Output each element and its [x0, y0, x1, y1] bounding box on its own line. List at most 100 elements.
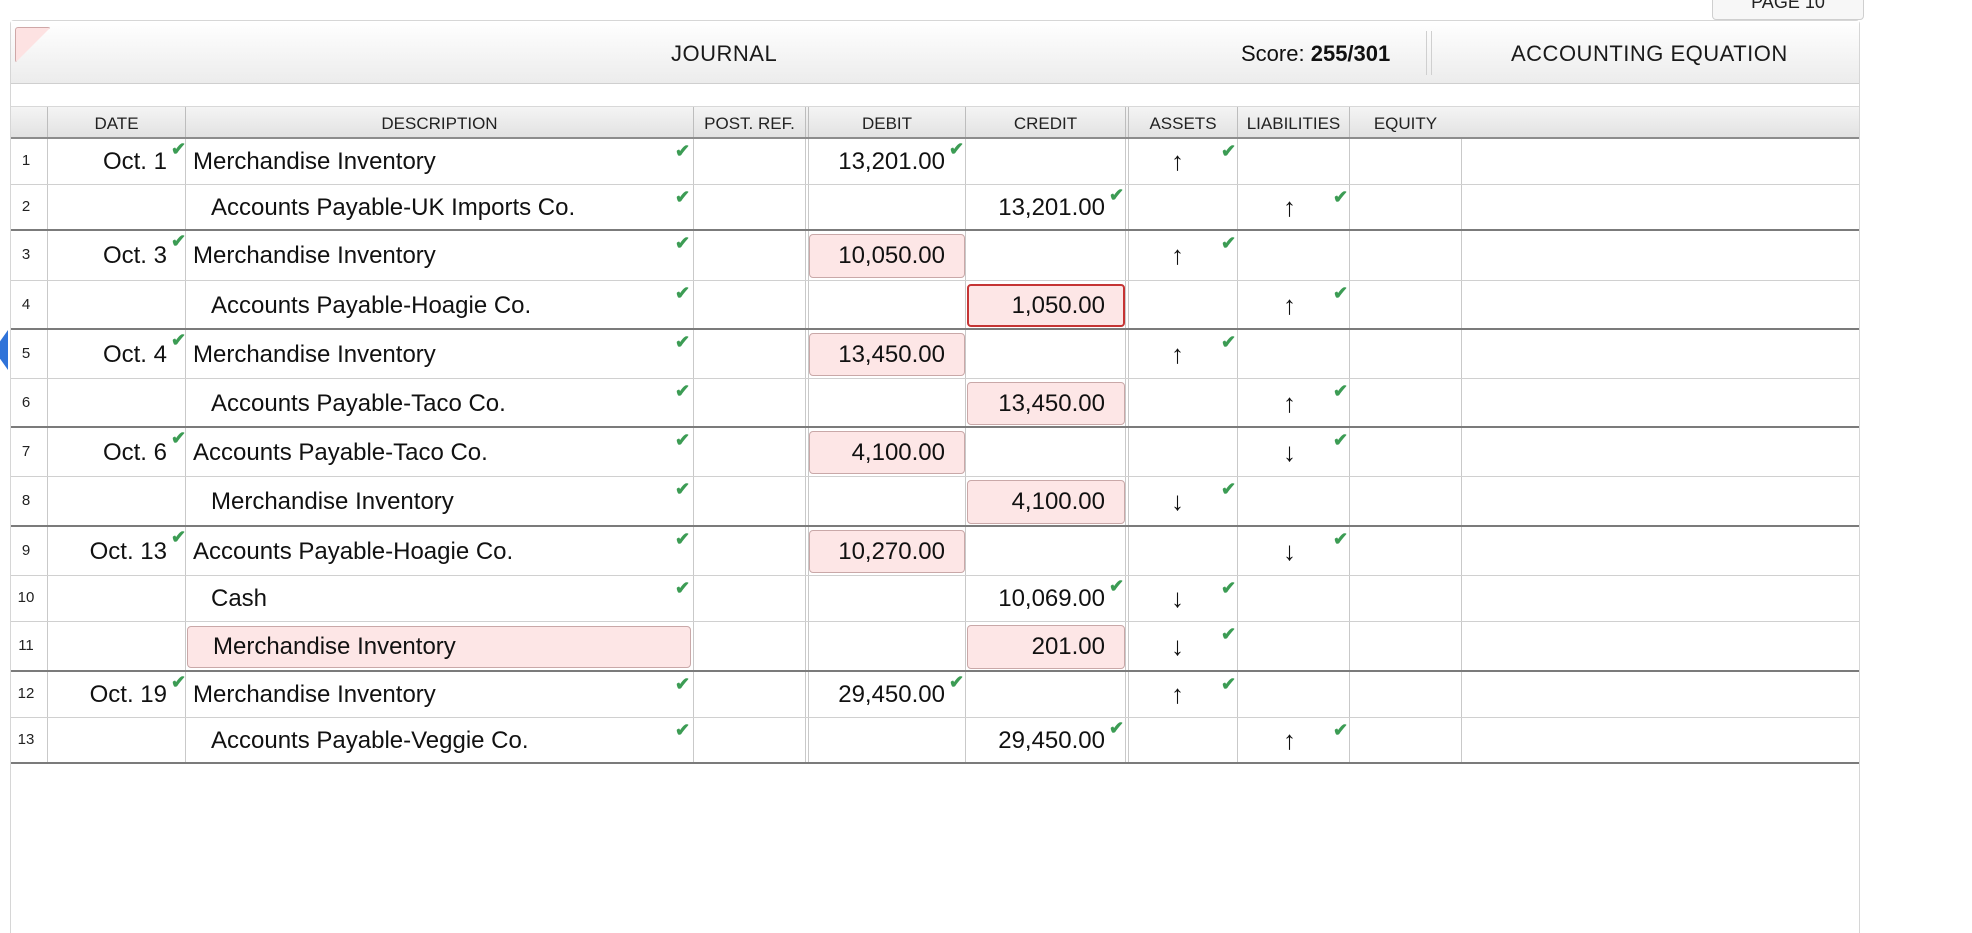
row-number: 12	[17, 685, 35, 702]
debit-cell[interactable]: 13,450.00	[811, 341, 945, 369]
debit-cell[interactable]: 29,450.00	[811, 681, 945, 709]
description-cell[interactable]: Merchandise Inventory	[213, 633, 456, 661]
description-cell[interactable]: Merchandise Inventory	[193, 148, 436, 176]
cell-divider	[47, 672, 48, 717]
description-cell[interactable]: Accounts Payable-Taco Co.	[193, 439, 488, 467]
description-cell[interactable]: Cash	[211, 585, 267, 613]
credit-cell[interactable]: 4,100.00	[971, 488, 1105, 516]
side-nav-arrow-icon[interactable]	[0, 330, 8, 370]
arrow-up-icon[interactable]: ↑	[1171, 339, 1184, 370]
cell-divider	[1237, 477, 1238, 525]
row-number: 6	[21, 394, 31, 411]
cell-divider	[1237, 185, 1238, 229]
cell-divider	[1461, 477, 1462, 525]
description-cell[interactable]: Accounts Payable-Hoagie Co.	[211, 292, 531, 320]
credit-cell[interactable]: 10,069.00	[971, 585, 1105, 613]
cell-divider	[1125, 576, 1129, 621]
cell-divider	[47, 428, 48, 476]
description-cell[interactable]: Accounts Payable-Veggie Co.	[211, 727, 529, 755]
arrow-down-icon[interactable]: ↓	[1283, 536, 1296, 567]
debit-cell[interactable]: 10,050.00	[811, 242, 945, 270]
cell-divider	[965, 672, 966, 717]
description-cell[interactable]: Merchandise Inventory	[193, 681, 436, 709]
cell-divider	[1461, 231, 1462, 280]
checkmark-icon: ✔	[675, 578, 691, 598]
cell-divider	[965, 330, 966, 378]
checkmark-icon: ✔	[171, 527, 187, 547]
debit-cell[interactable]: 10,270.00	[811, 538, 945, 566]
row-number: 1	[21, 152, 31, 169]
arrow-up-icon[interactable]: ↑	[1171, 146, 1184, 177]
debit-cell[interactable]: 4,100.00	[811, 439, 945, 467]
cell-divider	[1349, 428, 1350, 476]
arrow-down-icon[interactable]: ↓	[1283, 437, 1296, 468]
checkmark-icon: ✔	[1333, 720, 1349, 740]
col-equity: EQUITY	[1349, 107, 1461, 137]
cell-divider	[693, 281, 694, 328]
cell-divider	[693, 379, 694, 426]
credit-cell[interactable]: 13,450.00	[971, 390, 1105, 418]
checkmark-icon: ✔	[1221, 141, 1237, 161]
checkmark-icon: ✔	[1333, 283, 1349, 303]
arrow-up-icon[interactable]: ↑	[1283, 725, 1296, 756]
checkmark-icon: ✔	[1221, 674, 1237, 694]
description-cell[interactable]: Accounts Payable-UK Imports Co.	[211, 194, 575, 222]
description-cell[interactable]: Merchandise Inventory	[211, 488, 454, 516]
description-cell[interactable]: Merchandise Inventory	[193, 242, 436, 270]
arrow-up-icon[interactable]: ↑	[1283, 192, 1296, 223]
cell-divider	[47, 281, 48, 328]
cell-divider	[1237, 527, 1238, 575]
checkmark-icon: ✔	[675, 332, 691, 352]
arrow-up-icon[interactable]: ↑	[1283, 290, 1296, 321]
flag-icon[interactable]	[15, 27, 51, 63]
arrow-up-icon[interactable]: ↑	[1283, 388, 1296, 419]
cell-divider	[693, 477, 694, 525]
arrow-down-icon[interactable]: ↓	[1171, 583, 1184, 614]
cell-divider	[1349, 185, 1350, 229]
description-cell[interactable]: Merchandise Inventory	[193, 341, 436, 369]
cell-divider	[965, 281, 966, 328]
col-assets: ASSETS	[1125, 107, 1237, 137]
cell-divider	[47, 185, 48, 229]
credit-cell[interactable]: 201.00	[971, 633, 1105, 661]
page-tab[interactable]: PAGE 10	[1712, 0, 1864, 20]
date-cell[interactable]: Oct. 6	[51, 439, 167, 467]
journal-frame: JOURNAL Score: 255/301 ACCOUNTING EQUATI…	[10, 20, 1860, 933]
checkmark-icon: ✔	[675, 529, 691, 549]
cell-divider	[1349, 576, 1350, 621]
row-number: 9	[21, 542, 31, 559]
credit-cell[interactable]: 1,050.00	[971, 292, 1105, 320]
debit-cell[interactable]: 13,201.00	[811, 148, 945, 176]
cell-divider	[1237, 281, 1238, 328]
arrow-up-icon[interactable]: ↑	[1171, 240, 1184, 271]
cell-divider	[1125, 139, 1129, 184]
cell-divider	[1125, 379, 1129, 426]
table-row: 1 Oct. 1 ✔ Merchandise Inventory ✔ 13,201.00 ✔…	[11, 139, 1859, 185]
description-cell[interactable]: Accounts Payable-Hoagie Co.	[193, 538, 513, 566]
cell-divider	[47, 576, 48, 621]
credit-cell[interactable]: 29,450.00	[971, 727, 1105, 755]
cell-divider	[1125, 428, 1129, 476]
checkmark-icon: ✔	[1109, 718, 1125, 738]
arrow-down-icon[interactable]: ↓	[1171, 486, 1184, 517]
row-number: 11	[18, 637, 34, 654]
arrow-up-icon[interactable]: ↑	[1171, 679, 1184, 710]
cell-divider	[1237, 330, 1238, 378]
description-cell[interactable]: Accounts Payable-Taco Co.	[211, 390, 506, 418]
arrow-down-icon[interactable]: ↓	[1171, 631, 1184, 662]
col-liabilities: LIABILITIES	[1237, 107, 1349, 137]
cell-divider	[185, 281, 186, 328]
checkmark-icon: ✔	[675, 430, 691, 450]
cell-divider	[1461, 139, 1462, 184]
cell-divider	[1349, 672, 1350, 717]
checkmark-icon: ✔	[171, 672, 187, 692]
checkmark-icon: ✔	[1221, 233, 1237, 253]
cell-divider	[185, 185, 186, 229]
date-cell[interactable]: Oct. 1	[51, 148, 167, 176]
date-cell[interactable]: Oct. 4	[51, 341, 167, 369]
cell-divider	[693, 576, 694, 621]
credit-cell[interactable]: 13,201.00	[971, 194, 1105, 222]
date-cell[interactable]: Oct. 3	[51, 242, 167, 270]
date-cell[interactable]: Oct. 13	[51, 538, 167, 566]
date-cell[interactable]: Oct. 19	[51, 681, 167, 709]
